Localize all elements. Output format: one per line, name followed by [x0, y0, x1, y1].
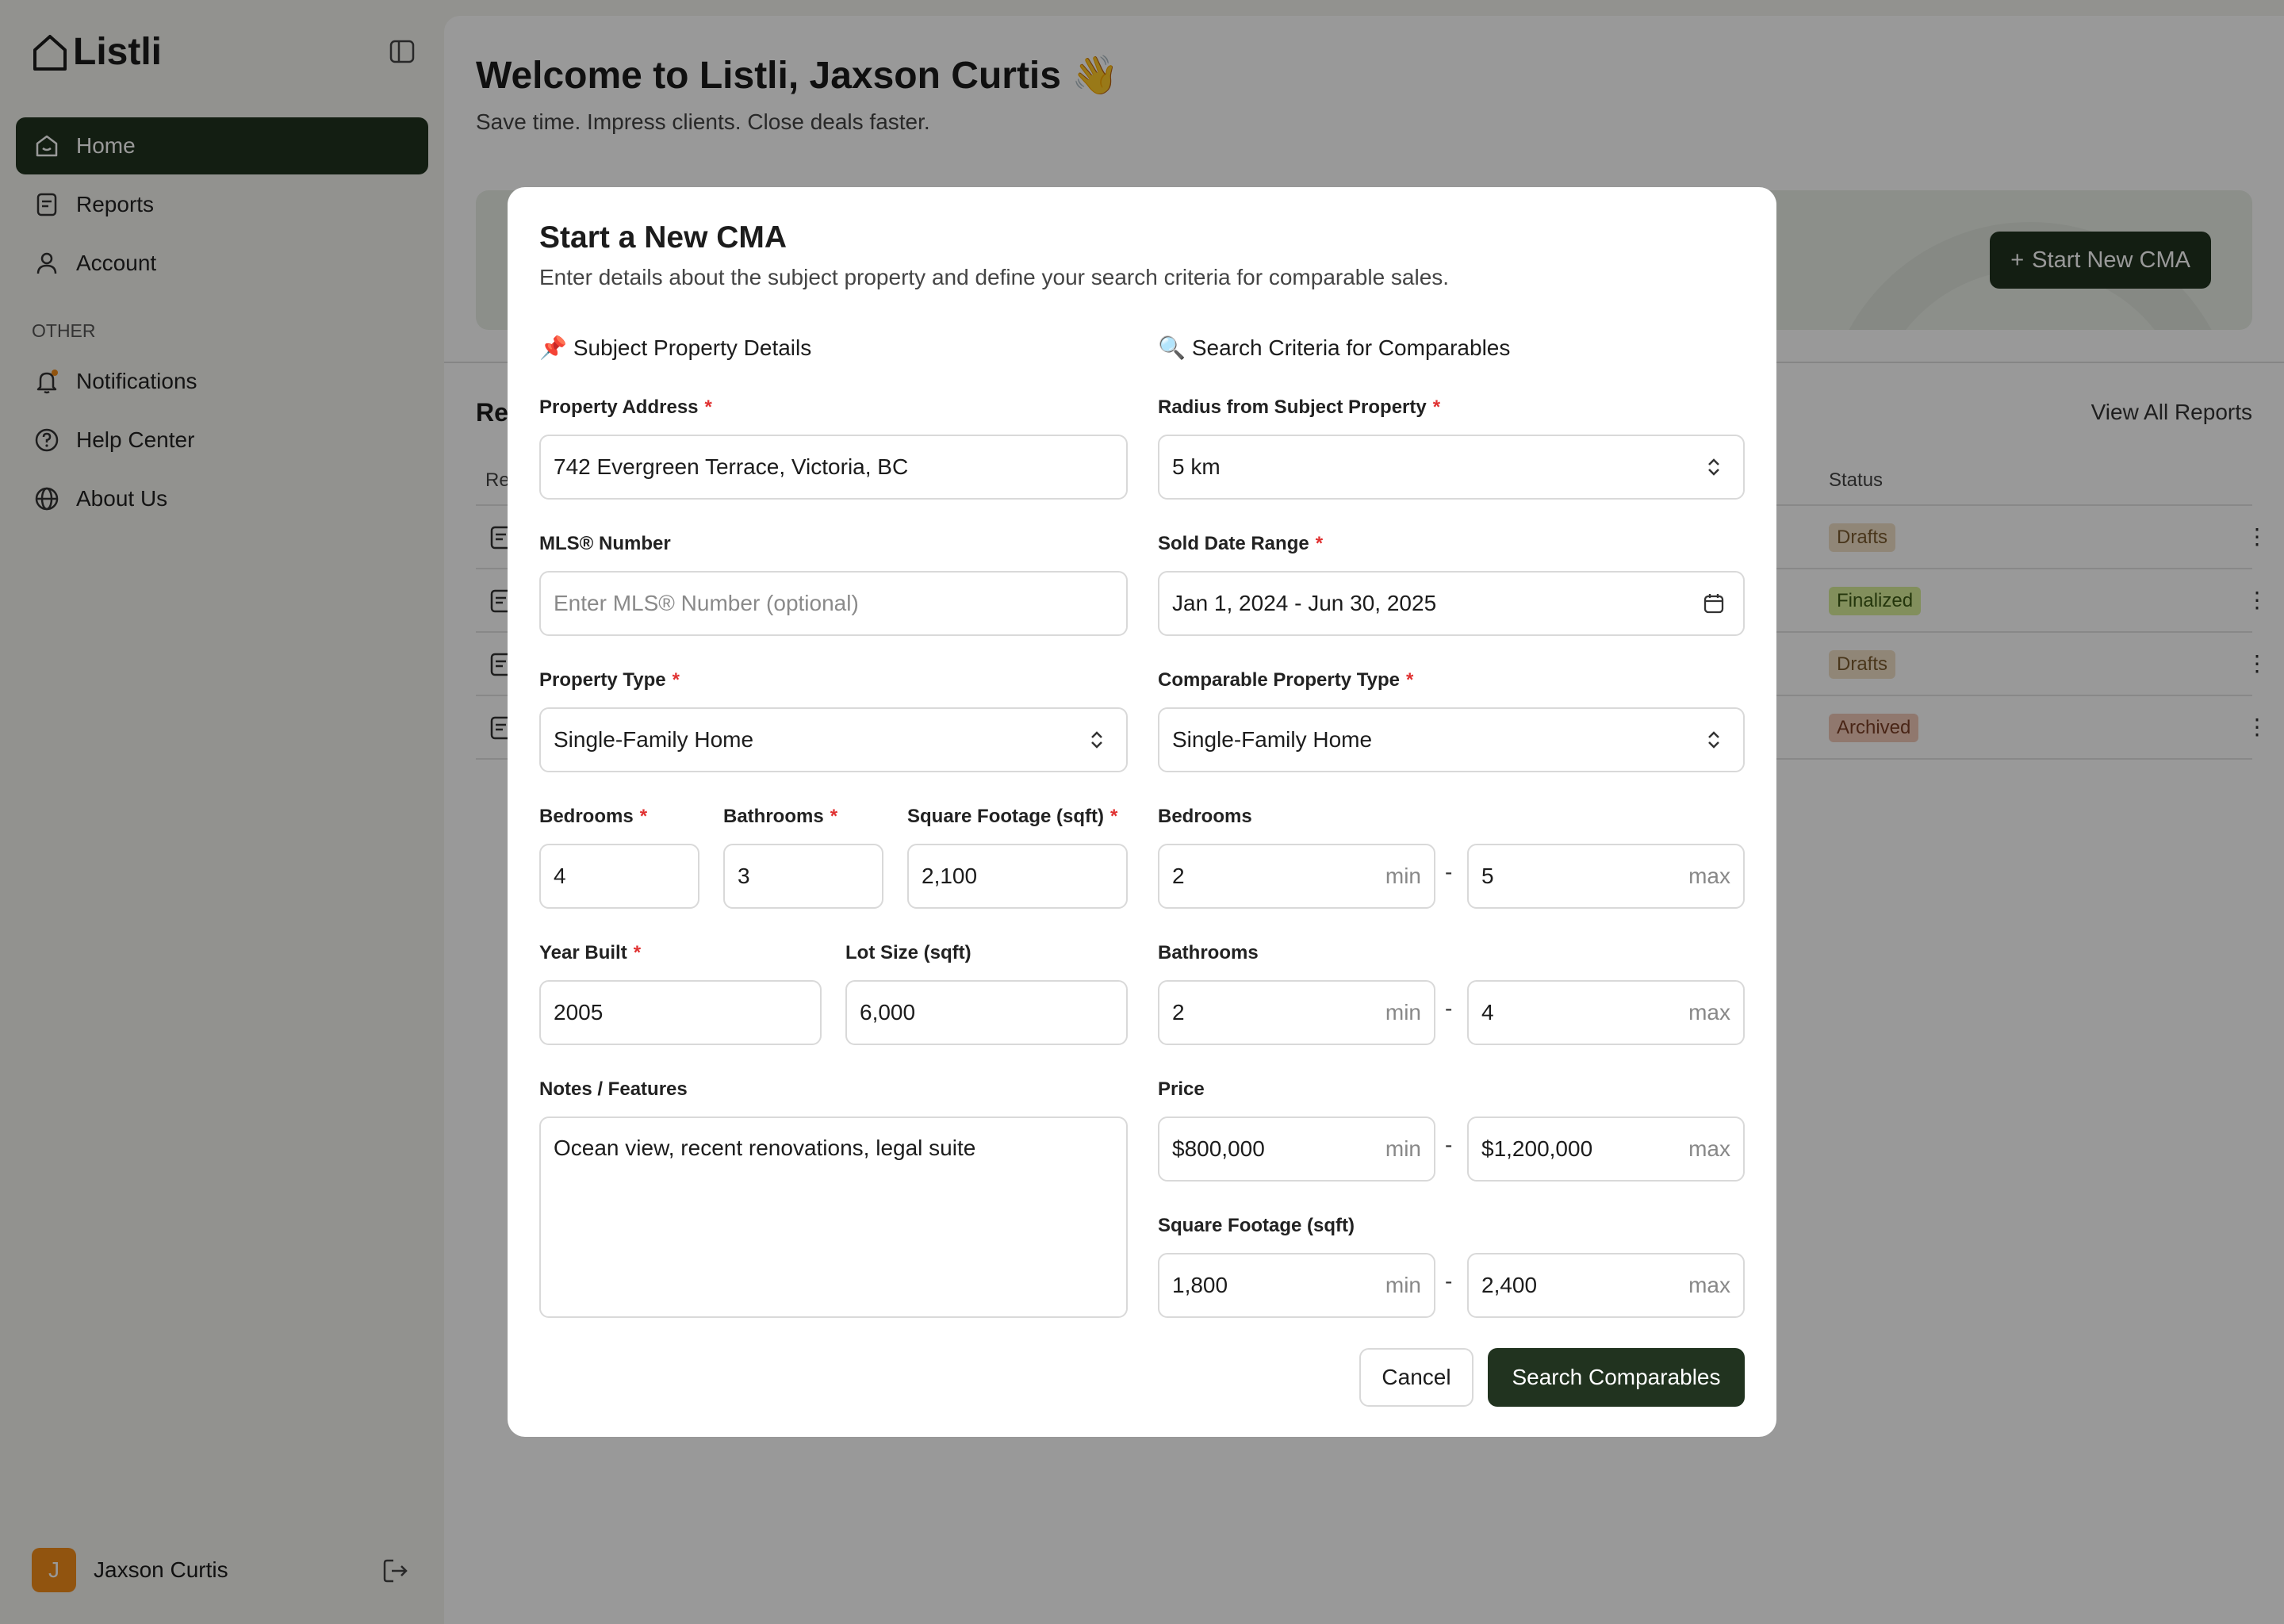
required-asterisk: *: [639, 806, 648, 827]
search-comparables-button[interactable]: Search Comparables: [1488, 1348, 1745, 1407]
required-asterisk: *: [1315, 533, 1324, 554]
comp-sqft-label: Square Footage (sqft): [1158, 1215, 1355, 1236]
cancel-button[interactable]: Cancel: [1359, 1348, 1473, 1407]
section-title: Search Criteria for Comparables: [1191, 335, 1511, 360]
max-suffix: max: [1688, 1000, 1730, 1025]
required-asterisk: *: [1432, 396, 1441, 418]
max-suffix: max: [1688, 1136, 1730, 1161]
comp-bathrooms-min-input[interactable]: 2 min: [1158, 980, 1435, 1045]
dialog-subtitle: Enter details about the subject property…: [539, 265, 1450, 289]
min-suffix: min: [1385, 1000, 1421, 1025]
range-separator: -: [1445, 1132, 1453, 1157]
chevron-updown-icon: [1708, 731, 1719, 749]
min-suffix: min: [1385, 1273, 1421, 1297]
comp-bedrooms-max-input[interactable]: 5 max: [1467, 844, 1745, 909]
pushpin-icon: 📌: [539, 335, 567, 360]
comp-sqft-max-input[interactable]: 2,400 max: [1467, 1253, 1745, 1318]
square-footage-input[interactable]: 2,100: [907, 844, 1128, 909]
radius-select[interactable]: 5 km: [1158, 435, 1745, 500]
property-address-input[interactable]: 742 Evergreen Terrace, Victoria, BC: [539, 435, 1128, 500]
comp-bathrooms-max-input[interactable]: 4 max: [1467, 980, 1745, 1045]
calendar-icon: [1703, 594, 1724, 614]
property-address-label: Property Address *: [539, 396, 712, 418]
range-separator: -: [1445, 860, 1453, 884]
required-asterisk: *: [633, 942, 642, 963]
year-built-input[interactable]: 2005: [539, 980, 822, 1045]
magnifier-icon: 🔍: [1158, 335, 1186, 360]
mls-number-input[interactable]: Enter MLS® Number (optional): [539, 571, 1128, 636]
comparable-type-select[interactable]: Single-Family Home: [1158, 707, 1745, 772]
bedrooms-label: Bedrooms *: [539, 806, 648, 827]
max-suffix: max: [1688, 864, 1730, 888]
comp-price-min-input[interactable]: $800,000 min: [1158, 1116, 1435, 1182]
lot-size-input[interactable]: 6,000: [845, 980, 1128, 1045]
property-type-label: Property Type *: [539, 669, 680, 691]
dialog-title: Start a New CMA: [539, 220, 788, 255]
required-asterisk: *: [830, 806, 838, 827]
notes-label: Notes / Features: [539, 1078, 688, 1100]
property-type-select[interactable]: Single-Family Home: [539, 707, 1128, 772]
lot-size-label: Lot Size (sqft): [845, 942, 971, 963]
chevron-updown-icon: [1708, 458, 1719, 476]
square-footage-label: Square Footage (sqft) *: [907, 806, 1118, 827]
bathrooms-label: Bathrooms *: [723, 806, 838, 827]
comp-price-label: Price: [1158, 1078, 1205, 1100]
required-asterisk: *: [672, 669, 680, 691]
sold-date-range-label: Sold Date Range *: [1158, 533, 1324, 554]
section-subject-property: 📌 Subject Property Details: [539, 335, 811, 361]
radius-label: Radius from Subject Property *: [1158, 396, 1441, 418]
required-asterisk: *: [704, 396, 712, 418]
comp-bathrooms-label: Bathrooms: [1158, 942, 1259, 963]
range-separator: -: [1445, 996, 1453, 1021]
section-search-criteria: 🔍 Search Criteria for Comparables: [1158, 335, 1510, 361]
comp-bedrooms-label: Bedrooms: [1158, 806, 1252, 827]
bedrooms-input[interactable]: 4: [539, 844, 699, 909]
comp-bedrooms-min-input[interactable]: 2 min: [1158, 844, 1435, 909]
required-asterisk: *: [1405, 669, 1414, 691]
chevron-updown-icon: [1091, 731, 1102, 749]
max-suffix: max: [1688, 1273, 1730, 1297]
range-separator: -: [1445, 1269, 1453, 1293]
notes-textarea[interactable]: Ocean view, recent renovations, legal su…: [539, 1116, 1128, 1318]
min-suffix: min: [1385, 1136, 1421, 1161]
year-built-label: Year Built *: [539, 942, 642, 963]
section-title: Subject Property Details: [573, 335, 812, 360]
new-cma-dialog: Start a New CMA Enter details about the …: [508, 187, 1776, 1437]
required-asterisk: *: [1110, 806, 1118, 827]
min-suffix: min: [1385, 864, 1421, 888]
comp-price-max-input[interactable]: $1,200,000 max: [1467, 1116, 1745, 1182]
comp-sqft-min-input[interactable]: 1,800 min: [1158, 1253, 1435, 1318]
mls-number-label: MLS® Number: [539, 533, 671, 554]
mls-placeholder: Enter MLS® Number (optional): [554, 591, 859, 615]
bathrooms-input[interactable]: 3: [723, 844, 883, 909]
sold-date-range-picker[interactable]: Jan 1, 2024 - Jun 30, 2025: [1158, 571, 1745, 636]
comparable-type-label: Comparable Property Type *: [1158, 669, 1414, 691]
